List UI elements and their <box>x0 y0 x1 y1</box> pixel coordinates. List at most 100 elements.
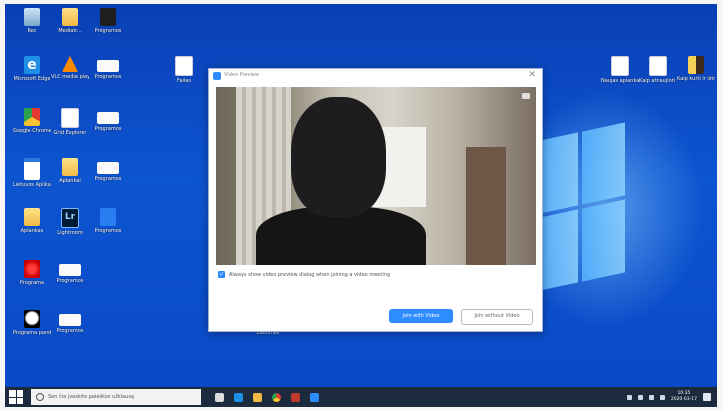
desktop-icon-label: Kaip kurti ir ištrinti <box>677 76 715 82</box>
desktop-icon[interactable]: Programos <box>51 260 89 284</box>
volume-icon[interactable] <box>648 394 654 400</box>
desktop-icon[interactable]: Aplankas <box>13 208 51 234</box>
document-icon <box>24 158 40 180</box>
app-icon[interactable] <box>291 392 300 402</box>
edge-icon: e <box>24 56 40 74</box>
join-with-video-button[interactable]: Join with Video <box>389 309 453 323</box>
search-icon <box>36 393 44 401</box>
desktop-icon[interactable]: Lr Lightroom <box>51 208 89 236</box>
door <box>466 147 506 265</box>
desktop-icon[interactable]: Failas <box>165 56 203 84</box>
desktop-icon[interactable]: Programos <box>89 208 127 234</box>
desktop-icon-label: Google Chrome <box>13 128 51 134</box>
grid-icon <box>61 108 79 128</box>
document-icon <box>649 56 667 76</box>
folder-icon <box>62 8 78 26</box>
desktop-icon[interactable]: Mediatr... <box>51 8 89 34</box>
person-head <box>291 97 386 217</box>
system-tray: 10:35 2020-03-17 <box>626 391 717 403</box>
panda-icon <box>24 310 40 328</box>
chrome-icon[interactable] <box>272 392 281 402</box>
always-show-preview-option[interactable]: ✓ Always show video preview dialog when … <box>218 271 390 278</box>
desktop-icon[interactable]: Programa <box>13 260 51 286</box>
desktop-icon-label: VLC media player <box>51 74 89 80</box>
file-icon <box>175 56 193 76</box>
file-icon <box>611 56 629 76</box>
chevron-up-icon[interactable] <box>626 394 632 400</box>
task-view-icon[interactable] <box>215 392 224 402</box>
desktop-icon-label: Programos <box>56 278 84 284</box>
desktop-icon-label: Aplankas <box>20 228 44 234</box>
desktop-icon[interactable]: Kaip atnaujinti Windows <box>639 56 677 84</box>
flower-icon <box>24 260 40 278</box>
join-without-video-button[interactable]: Join without Video <box>461 309 533 325</box>
taskbar-search[interactable]: Sen čia įveskite paieškos užklausą <box>31 389 201 405</box>
folder-icon <box>62 158 78 176</box>
desktop-icon-label: Programos <box>94 28 122 34</box>
folder-icon <box>24 208 40 226</box>
desktop-icon[interactable]: e Microsoft Edge <box>13 56 51 82</box>
edge-icon[interactable] <box>234 392 243 402</box>
clock[interactable]: 10:35 2020-03-17 <box>671 391 697 403</box>
archive-icon <box>688 56 704 74</box>
desktop-icon-label: Aplankai <box>59 178 81 184</box>
desktop-icon-label: Microsoft Edge <box>13 76 51 82</box>
file-explorer-icon[interactable] <box>253 392 262 402</box>
desktop-icon[interactable]: Programos <box>89 158 127 182</box>
language-icon[interactable] <box>659 394 665 400</box>
shortcut-icon <box>97 60 119 72</box>
taskbar-apps <box>215 392 319 402</box>
desktop-icon-label: Programos <box>94 74 122 80</box>
desktop-icon-label: Programa <box>19 280 45 286</box>
desktop-icon-label: Failas <box>177 78 191 84</box>
desktop-icon[interactable]: Kaip kurti ir ištrinti <box>677 56 715 82</box>
video-preview-dialog: Video Preview ✕ ✓ Always show video prev… <box>208 68 543 332</box>
desktop-icon[interactable]: Programa panda <box>13 310 51 336</box>
desktop-icon[interactable]: Programos <box>89 108 127 132</box>
search-placeholder: Sen čia įveskite paieškos užklausą <box>48 394 134 400</box>
vlc-icon <box>62 56 78 72</box>
chrome-icon <box>24 108 40 126</box>
desktop-icon-label: Lietuvos Aplikacija <box>13 182 51 188</box>
clock-date: 2020-03-17 <box>670 397 697 402</box>
desktop-icon-label: Rec <box>27 28 37 34</box>
desktop-icon-label: Naujas aplankas <box>601 78 639 84</box>
dialog-title: Video Preview <box>224 72 260 78</box>
desktop-icon-label: Programa panda <box>13 330 51 336</box>
desktop-icon-label: Mediatr... <box>58 28 82 34</box>
desktop-icon[interactable]: Naujas aplankas <box>601 56 639 84</box>
desktop-icon[interactable]: Lietuvos Aplikacija <box>13 158 51 188</box>
app-icon <box>100 8 116 26</box>
shortcut-icon <box>97 162 119 174</box>
desktop-icon[interactable]: Programos <box>89 8 127 34</box>
close-icon[interactable]: ✕ <box>528 70 536 80</box>
lightroom-icon: Lr <box>61 208 79 228</box>
shortcut-icon <box>59 264 81 276</box>
desktop-icon-label: Programos <box>94 176 122 182</box>
zoom-icon[interactable] <box>310 392 319 402</box>
notifications-icon[interactable] <box>703 393 711 401</box>
network-icon[interactable] <box>637 394 643 400</box>
zoom-app-icon <box>213 72 221 80</box>
shortcut-icon <box>100 208 116 226</box>
desktop-icon-label: Grid Explorer <box>53 130 87 136</box>
desktop-icon[interactable]: VLC media player <box>51 56 89 80</box>
windows-wallpaper-logo <box>535 122 625 292</box>
desktop-icon[interactable]: Programos <box>51 310 89 334</box>
recycle-bin-icon <box>24 8 40 26</box>
desktop: Rec Mediatr... Programos e Microsoft Edge VLC… <box>5 4 717 387</box>
start-button[interactable] <box>9 390 23 404</box>
shortcut-icon <box>97 112 119 124</box>
desktop-icon[interactable]: Google Chrome <box>13 108 51 134</box>
desktop-icon-label: Programos <box>94 228 122 234</box>
desktop-icon-label: Programos <box>94 126 122 132</box>
desktop-icon[interactable]: Rec <box>13 8 51 34</box>
desktop-icon-label: Programos <box>56 328 84 334</box>
checkbox[interactable]: ✓ <box>218 271 225 278</box>
camera-preview <box>216 87 536 265</box>
desktop-icon[interactable]: Aplankai <box>51 158 89 184</box>
desktop-icon-label: Kaip atnaujinti Windows <box>639 78 677 84</box>
taskbar: Sen čia įveskite paieškos užklausą 10:35… <box>5 387 717 407</box>
desktop-icon[interactable]: Grid Explorer <box>51 108 89 136</box>
desktop-icon[interactable]: Programos <box>89 56 127 80</box>
